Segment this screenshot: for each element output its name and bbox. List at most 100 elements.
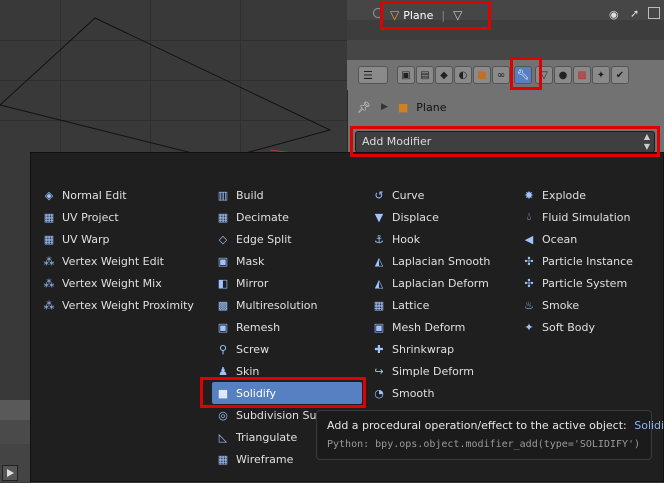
decimate-icon: ▦	[217, 210, 229, 224]
menu-item-mirror[interactable]: ◧ Mirror	[212, 272, 362, 294]
editor-type-button[interactable]: ☰	[358, 66, 388, 84]
menu-item-laplacian-smooth[interactable]: ◭ Laplacian Smooth	[368, 250, 508, 272]
tab-constraints[interactable]: ∞	[492, 66, 510, 84]
object-cube-icon: ■	[477, 69, 487, 81]
visibility-eye-icon[interactable]: ◉	[609, 8, 619, 21]
menu-item-ocean[interactable]: ◀ Ocean	[518, 228, 648, 250]
particles-icon: ✦	[596, 69, 606, 81]
camera-icon: ▣	[401, 69, 411, 81]
menu-item-label: Hook	[392, 232, 421, 246]
menu-item-mask[interactable]: ▣ Mask	[212, 250, 362, 272]
menu-item-uv-warp[interactable]: ▦ UV Warp	[38, 228, 198, 250]
tooltip-value: Solidify	[634, 419, 664, 432]
checker-texture-icon: ▩	[577, 69, 587, 81]
play-button[interactable]	[2, 465, 18, 481]
mesh-object-icon: ▽	[390, 8, 400, 22]
menu-item-screw[interactable]: ⚲ Screw	[212, 338, 362, 360]
menu-item-label: Wireframe	[236, 452, 294, 466]
menu-item-uv-project[interactable]: ▦ UV Project	[38, 206, 198, 228]
selectable-cursor-icon[interactable]: ➚	[630, 7, 639, 20]
menu-item-label: Curve	[392, 188, 425, 202]
menu-item-label: Triangulate	[236, 430, 298, 444]
tab-particles[interactable]: ✦	[592, 66, 610, 84]
menu-item-build[interactable]: ▥ Build	[212, 184, 362, 206]
menu-item-explode[interactable]: ✸ Explode	[518, 184, 648, 206]
mesh-data-icon: ▽	[453, 8, 463, 22]
expand-dot-icon[interactable]	[373, 8, 383, 18]
build-icon: ▥	[217, 188, 229, 202]
menu-item-multiresolution[interactable]: ▩ Multiresolution	[212, 294, 362, 316]
menu-item-skin[interactable]: ♟ Skin	[212, 360, 362, 382]
menu-item-label: Particle Instance	[542, 254, 633, 268]
menu-item-particle-system[interactable]: ✣ Particle System	[518, 272, 648, 294]
tab-modifiers[interactable]: 🔧︎	[514, 66, 532, 84]
add-modifier-label: Add Modifier	[362, 135, 432, 148]
menu-item-vertex-weight-mix[interactable]: ⁂ Vertex Weight Mix	[38, 272, 198, 294]
screw-icon: ⚲	[218, 342, 228, 356]
menu-item-curve[interactable]: ↺ Curve	[368, 184, 508, 206]
menu-item-fluid-simulation[interactable]: 💧︎ Fluid Simulation	[518, 206, 648, 228]
tab-scene[interactable]: ◆	[435, 66, 453, 84]
displace-icon: ▼	[374, 210, 384, 224]
menu-item-normal-edit[interactable]: ◈ Normal Edit	[38, 184, 198, 206]
menu-item-shrinkwrap[interactable]: ✚ Shrinkwrap	[368, 338, 508, 360]
render-camera-icon[interactable]	[648, 7, 660, 19]
tab-material[interactable]: ●	[554, 66, 572, 84]
menu-item-remesh[interactable]: ▣ Remesh	[212, 316, 362, 338]
menu-item-solidify[interactable]: ■ Solidify	[212, 382, 362, 404]
menu-item-displace[interactable]: ▼ Displace	[368, 206, 508, 228]
outliner-row	[347, 40, 664, 60]
constraints-icon: ∞	[496, 69, 506, 81]
menu-item-label: Vertex Weight Proximity	[62, 298, 194, 312]
menu-item-label: Mask	[236, 254, 265, 268]
remesh-icon: ▣	[217, 320, 229, 334]
menu-item-label: Lattice	[392, 298, 430, 312]
menu-item-vertex-weight-edit[interactable]: ⁂ Vertex Weight Edit	[38, 250, 198, 272]
menu-item-smoke[interactable]: ♨ Smoke	[518, 294, 648, 316]
tab-world[interactable]: ◐	[454, 66, 472, 84]
curve-icon: ↺	[374, 188, 384, 202]
menu-item-label: Vertex Weight Edit	[62, 254, 164, 268]
menu-item-label: Smoke	[542, 298, 580, 312]
menu-item-decimate[interactable]: ▦ Decimate	[212, 206, 362, 228]
uv-warp-icon: ▦	[43, 232, 55, 246]
pin-icon[interactable]: 📌︎	[357, 101, 371, 114]
tab-texture[interactable]: ▩	[573, 66, 591, 84]
menu-item-hook[interactable]: ⚓︎ Hook	[368, 228, 508, 250]
menu-item-label: Remesh	[236, 320, 281, 334]
mirror-icon: ◧	[217, 276, 229, 290]
laplacian-smooth-icon: ◭	[374, 254, 384, 268]
tab-data[interactable]: ▽	[535, 66, 553, 84]
menu-item-edge-split[interactable]: ◇ Edge Split	[212, 228, 362, 250]
tab-render-layers[interactable]: ▤	[416, 66, 434, 84]
tab-physics[interactable]: ✔	[611, 66, 629, 84]
ocean-icon: ◀	[524, 232, 534, 246]
menu-item-simple-deform[interactable]: ↪ Simple Deform	[368, 360, 508, 382]
mask-icon: ▣	[217, 254, 229, 268]
menu-item-label: Simple Deform	[392, 364, 474, 378]
uv-project-icon: ▦	[43, 210, 55, 224]
menu-item-soft-body[interactable]: ✦ Soft Body	[518, 316, 648, 338]
tab-render[interactable]: ▣	[397, 66, 415, 84]
add-modifier-dropdown[interactable]: Add Modifier ▲ ▼	[355, 131, 655, 153]
menu-item-vertex-weight-proximity[interactable]: ⁂ Vertex Weight Proximity	[38, 294, 198, 316]
menu-item-label: Mirror	[236, 276, 269, 290]
outliner-item-plane[interactable]: ▽ Plane | ▽	[390, 6, 462, 24]
menu-item-label: UV Warp	[62, 232, 110, 246]
menu-item-particle-instance[interactable]: ✣ Particle Instance	[518, 250, 648, 272]
particle-instance-icon: ✣	[524, 254, 534, 268]
dropdown-arrows-icon: ▲ ▼	[643, 132, 650, 151]
menu-item-label: Shrinkwrap	[392, 342, 455, 356]
tab-object[interactable]: ■	[473, 66, 491, 84]
menu-item-label: Laplacian Smooth	[392, 254, 491, 268]
menu-item-label: Decimate	[236, 210, 289, 224]
menu-item-smooth[interactable]: ◔ Smooth	[368, 382, 508, 404]
menu-item-laplacian-deform[interactable]: ◭ Laplacian Deform	[368, 272, 508, 294]
menu-item-lattice[interactable]: ▦ Lattice	[368, 294, 508, 316]
solidify-icon: ■	[217, 386, 229, 400]
timeline-frames	[0, 420, 30, 444]
physics-icon: ✔	[615, 69, 625, 81]
menu-item-mesh-deform[interactable]: ▣ Mesh Deform	[368, 316, 508, 338]
menu-item-label: Ocean	[542, 232, 578, 246]
wrench-icon: 🔧︎	[516, 69, 530, 81]
